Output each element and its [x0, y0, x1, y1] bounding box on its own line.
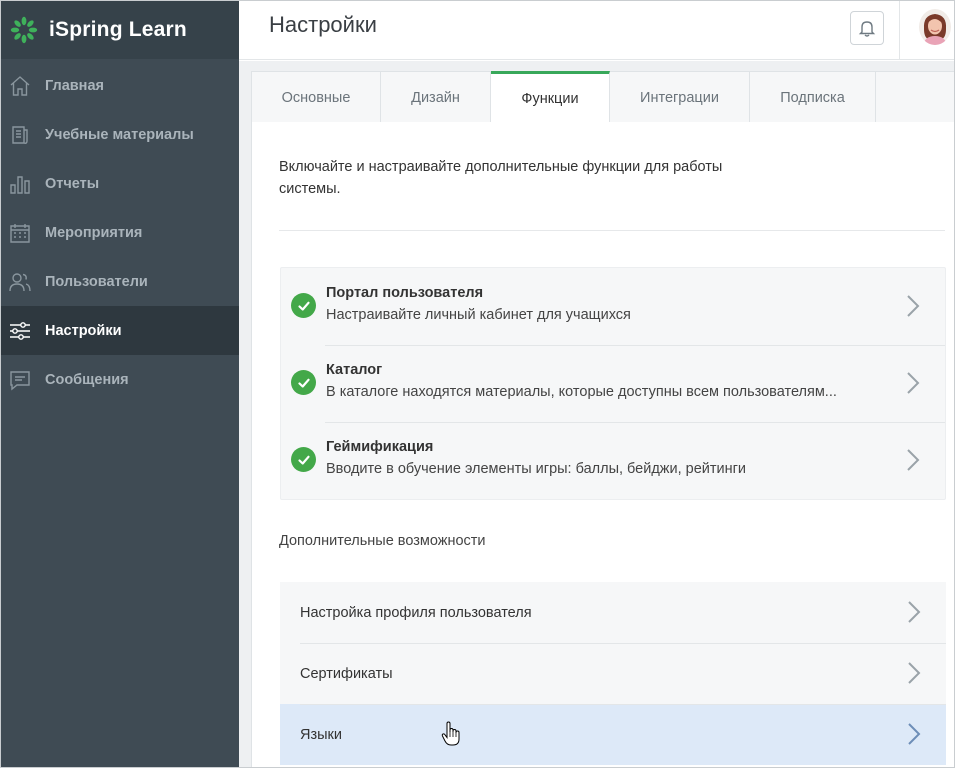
tab-design[interactable]: Дизайн: [381, 72, 491, 123]
extra-section-title: Дополнительные возможности: [279, 533, 486, 549]
chevron-right-icon: [907, 661, 921, 685]
feature-catalog[interactable]: Каталог В каталоге находятся материалы, …: [281, 345, 945, 422]
feature-desc: В каталоге находятся материалы, которые …: [326, 384, 837, 400]
calendar-icon: [9, 222, 31, 244]
page-title: Настройки: [269, 12, 377, 37]
sidebar-item-users[interactable]: Пользователи: [1, 257, 239, 306]
sidebar-item-materials[interactable]: Учебные материалы: [1, 110, 239, 159]
tab-subscription[interactable]: Подписка: [750, 72, 876, 123]
settings-tabs: Основные Дизайн Функции Интеграции Подпи…: [251, 71, 954, 123]
sidebar-item-messages[interactable]: Сообщения: [1, 355, 239, 404]
brand-name: iSpring Learn: [49, 18, 187, 41]
chevron-right-icon: [907, 600, 921, 624]
feature-gamification[interactable]: Геймификация Вводите в обучение элементы…: [281, 422, 945, 499]
sidebar-item-label: Пользователи: [45, 273, 148, 290]
extra-label: Настройка профиля пользователя: [300, 604, 532, 621]
sidebar-item-label: Главная: [45, 77, 104, 94]
sidebar-item-label: Мероприятия: [45, 224, 143, 241]
header: Настройки: [239, 1, 954, 60]
tab-features[interactable]: Функции: [491, 71, 610, 123]
check-circle-icon: [291, 293, 316, 318]
sidebar-item-label: Отчеты: [45, 175, 100, 192]
sidebar-item-reports[interactable]: Отчеты: [1, 159, 239, 208]
brand[interactable]: iSpring Learn: [1, 1, 239, 59]
divider: [279, 230, 945, 231]
intro-text: Включайте и настраивайте дополнительные …: [279, 159, 723, 197]
sliders-icon: [9, 320, 31, 342]
chevron-right-icon: [906, 294, 920, 318]
features-panel: Включайте и настраивайте дополнительные …: [251, 122, 954, 767]
home-icon: [9, 75, 31, 97]
check-circle-icon: [291, 447, 316, 472]
feature-desc: Настраивайте личный кабинет для учащихся: [326, 307, 631, 323]
chevron-right-icon: [906, 448, 920, 472]
bar-chart-icon: [9, 173, 31, 195]
document-icon: [9, 124, 31, 146]
header-divider: [899, 1, 900, 60]
app-window: iSpring Learn Главная Учебные материалы …: [0, 0, 955, 768]
notifications-button[interactable]: [850, 11, 884, 45]
tab-integrations[interactable]: Интеграции: [610, 72, 750, 123]
check-circle-icon: [291, 370, 316, 395]
feature-title: Геймификация: [326, 439, 434, 455]
sidebar-nav: Главная Учебные материалы Отчеты Меропри…: [1, 61, 239, 404]
extra-user-profile[interactable]: Настройка профиля пользователя: [280, 582, 946, 643]
extra-label: Языки: [300, 726, 342, 743]
extra-certificates[interactable]: Сертификаты: [280, 643, 946, 704]
bell-icon: [858, 21, 876, 37]
chevron-right-icon: [906, 371, 920, 395]
chevron-right-icon: [907, 722, 921, 746]
feature-title: Каталог: [326, 362, 383, 378]
sidebar-item-events[interactable]: Мероприятия: [1, 208, 239, 257]
feature-title: Портал пользователя: [326, 285, 484, 301]
sidebar-item-settings[interactable]: Настройки: [1, 306, 239, 355]
sidebar-item-label: Учебные материалы: [45, 126, 194, 143]
extra-languages[interactable]: Языки: [280, 704, 946, 765]
message-icon: [9, 369, 31, 391]
sidebar-item-label: Сообщения: [45, 371, 129, 388]
extra-list: Настройка профиля пользователя Сертифика…: [280, 582, 946, 765]
feature-list: Портал пользователя Настраивайте личный …: [280, 267, 946, 500]
user-avatar[interactable]: [919, 9, 951, 45]
feature-user-portal[interactable]: Портал пользователя Настраивайте личный …: [281, 268, 945, 345]
ispring-logo-icon: [10, 16, 38, 44]
hand-cursor-icon: [441, 721, 460, 746]
sidebar: iSpring Learn Главная Учебные материалы …: [1, 1, 239, 767]
sidebar-item-label: Настройки: [45, 322, 122, 339]
users-icon: [9, 271, 31, 293]
sidebar-item-home[interactable]: Главная: [1, 61, 239, 110]
tab-general[interactable]: Основные: [252, 72, 381, 123]
feature-desc: Вводите в обучение элементы игры: баллы,…: [326, 461, 747, 477]
extra-label: Сертификаты: [300, 665, 393, 682]
